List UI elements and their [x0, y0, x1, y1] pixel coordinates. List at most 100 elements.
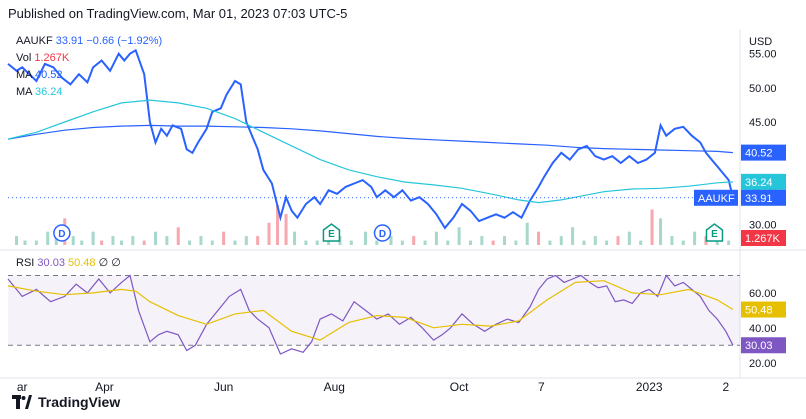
volume-bar	[616, 236, 620, 245]
series-line-0	[7, 48, 734, 230]
volume-bar	[693, 231, 697, 245]
volume-bar	[71, 236, 75, 245]
legend-ma1-row: MA 40.52	[16, 69, 63, 81]
volume-bar	[434, 231, 438, 245]
volume-bar	[188, 240, 192, 245]
volume-bar	[681, 240, 685, 245]
legend-ma1-label: MA	[16, 69, 32, 81]
rsi-tick-label: 60.00	[749, 288, 777, 300]
legend-rsi-ma-value: 50.48	[68, 257, 96, 269]
volume-bar	[457, 227, 461, 245]
volume-bar	[142, 240, 146, 245]
volume-bar	[727, 240, 731, 245]
event-marker-label: D	[379, 229, 386, 240]
legend-vol-value: 1.267K	[34, 52, 70, 64]
volume-bar	[468, 240, 472, 245]
price-badge: 36.24	[745, 177, 773, 189]
rsi-tick-label: 40.00	[749, 323, 777, 335]
volume-bar	[23, 240, 27, 245]
rsi-tick-label: 20.00	[749, 358, 777, 370]
time-tick-label: Aug	[324, 380, 345, 394]
event-marker-label: D	[58, 229, 65, 240]
volume-bar	[571, 227, 575, 245]
rsi-badge: 30.03	[745, 340, 773, 352]
volume-bar	[119, 240, 123, 245]
volume-bar	[315, 240, 319, 245]
volume-bar	[514, 240, 518, 245]
legend-rsi-row: RSI 30.03 50.48 ∅ ∅	[16, 256, 121, 269]
time-tick-label: 7	[538, 380, 545, 394]
legend-vol-row: Vol 1.267K	[16, 52, 69, 64]
volume-bar	[165, 236, 169, 245]
legend-ma2-label: MA	[16, 86, 32, 98]
volume-bar	[80, 240, 84, 245]
event-marker-label: E	[711, 229, 718, 240]
legend-ma2-value: 36.24	[34, 86, 63, 98]
volume-bar	[650, 209, 654, 245]
volume-bar	[400, 240, 404, 245]
volume-bar	[304, 240, 308, 245]
volume-bar	[91, 231, 95, 245]
volume-bar	[627, 231, 631, 245]
volume-bar	[491, 240, 495, 245]
volume-bar	[412, 236, 416, 245]
volume-badge: 1.267K	[745, 233, 781, 245]
time-tick-label: Oct	[450, 380, 469, 394]
volume-bar	[480, 236, 484, 245]
volume-bar	[233, 240, 237, 245]
time-tick-label: 2023	[636, 380, 663, 394]
volume-bar	[131, 236, 135, 245]
legend-symbol: AAUKF	[16, 35, 53, 47]
volume-bar	[559, 236, 563, 245]
volume-bar	[15, 236, 19, 245]
time-tick-label: ar	[17, 380, 28, 394]
price-chart[interactable]: 55.0050.0045.0035.0030.0060.0040.0020.00…	[0, 0, 806, 419]
volume-bar	[659, 218, 663, 245]
legend-rsi-extra: ∅ ∅	[98, 257, 121, 269]
footer-brand-label: TradingView	[38, 394, 121, 410]
volume-bar	[284, 213, 288, 245]
event-marker-label: E	[328, 229, 335, 240]
volume-bar	[349, 240, 353, 245]
legend-change: −0.66 (−1.92%)	[86, 35, 163, 47]
legend-rsi-value: 30.03	[37, 257, 65, 269]
volume-bar	[111, 236, 115, 245]
price-tick-label: 45.00	[749, 117, 777, 129]
legend-rsi-label: RSI	[16, 257, 35, 269]
volume-bar	[446, 240, 450, 245]
tradingview-logo-icon	[12, 395, 32, 409]
price-tick-label: 55.00	[749, 49, 777, 61]
volume-bar	[154, 231, 158, 245]
volume-bar	[100, 240, 104, 245]
volume-bar	[525, 222, 529, 245]
volume-bar	[176, 227, 180, 245]
legend-price: 33.91	[55, 35, 84, 47]
volume-bar	[582, 240, 586, 245]
volume-bar	[199, 236, 203, 245]
volume-bar	[46, 231, 50, 245]
price-badge: 40.52	[745, 148, 773, 160]
footer-brand[interactable]: TradingView	[12, 394, 120, 410]
volume-bar	[210, 240, 214, 245]
price-tick-label: 30.00	[749, 220, 777, 232]
volume-bar	[34, 240, 38, 245]
time-tick-label: 2	[722, 380, 729, 394]
volume-bar	[503, 236, 507, 245]
price-badge: 33.91	[745, 193, 773, 205]
volume-bar	[548, 240, 552, 245]
volume-bar	[256, 236, 260, 245]
time-tick-label: Jun	[214, 380, 233, 394]
volume-bar	[267, 222, 271, 245]
volume-bar	[670, 236, 674, 245]
legend-symbol-row: AAUKF 33.91 −0.66 (−1.92%)	[16, 35, 162, 47]
volume-bar	[593, 236, 597, 245]
volume-bar	[605, 240, 609, 245]
price-tick-label: 50.00	[749, 83, 777, 95]
volume-bar	[222, 231, 226, 245]
time-tick-label: Apr	[95, 380, 114, 394]
rsi-badge: 50.48	[745, 305, 773, 317]
legend-ma1-value: 40.52	[34, 69, 63, 81]
symbol-tag: AAUKF	[698, 193, 735, 205]
legend-vol-label: Vol	[16, 52, 32, 64]
volume-bar	[363, 231, 367, 245]
